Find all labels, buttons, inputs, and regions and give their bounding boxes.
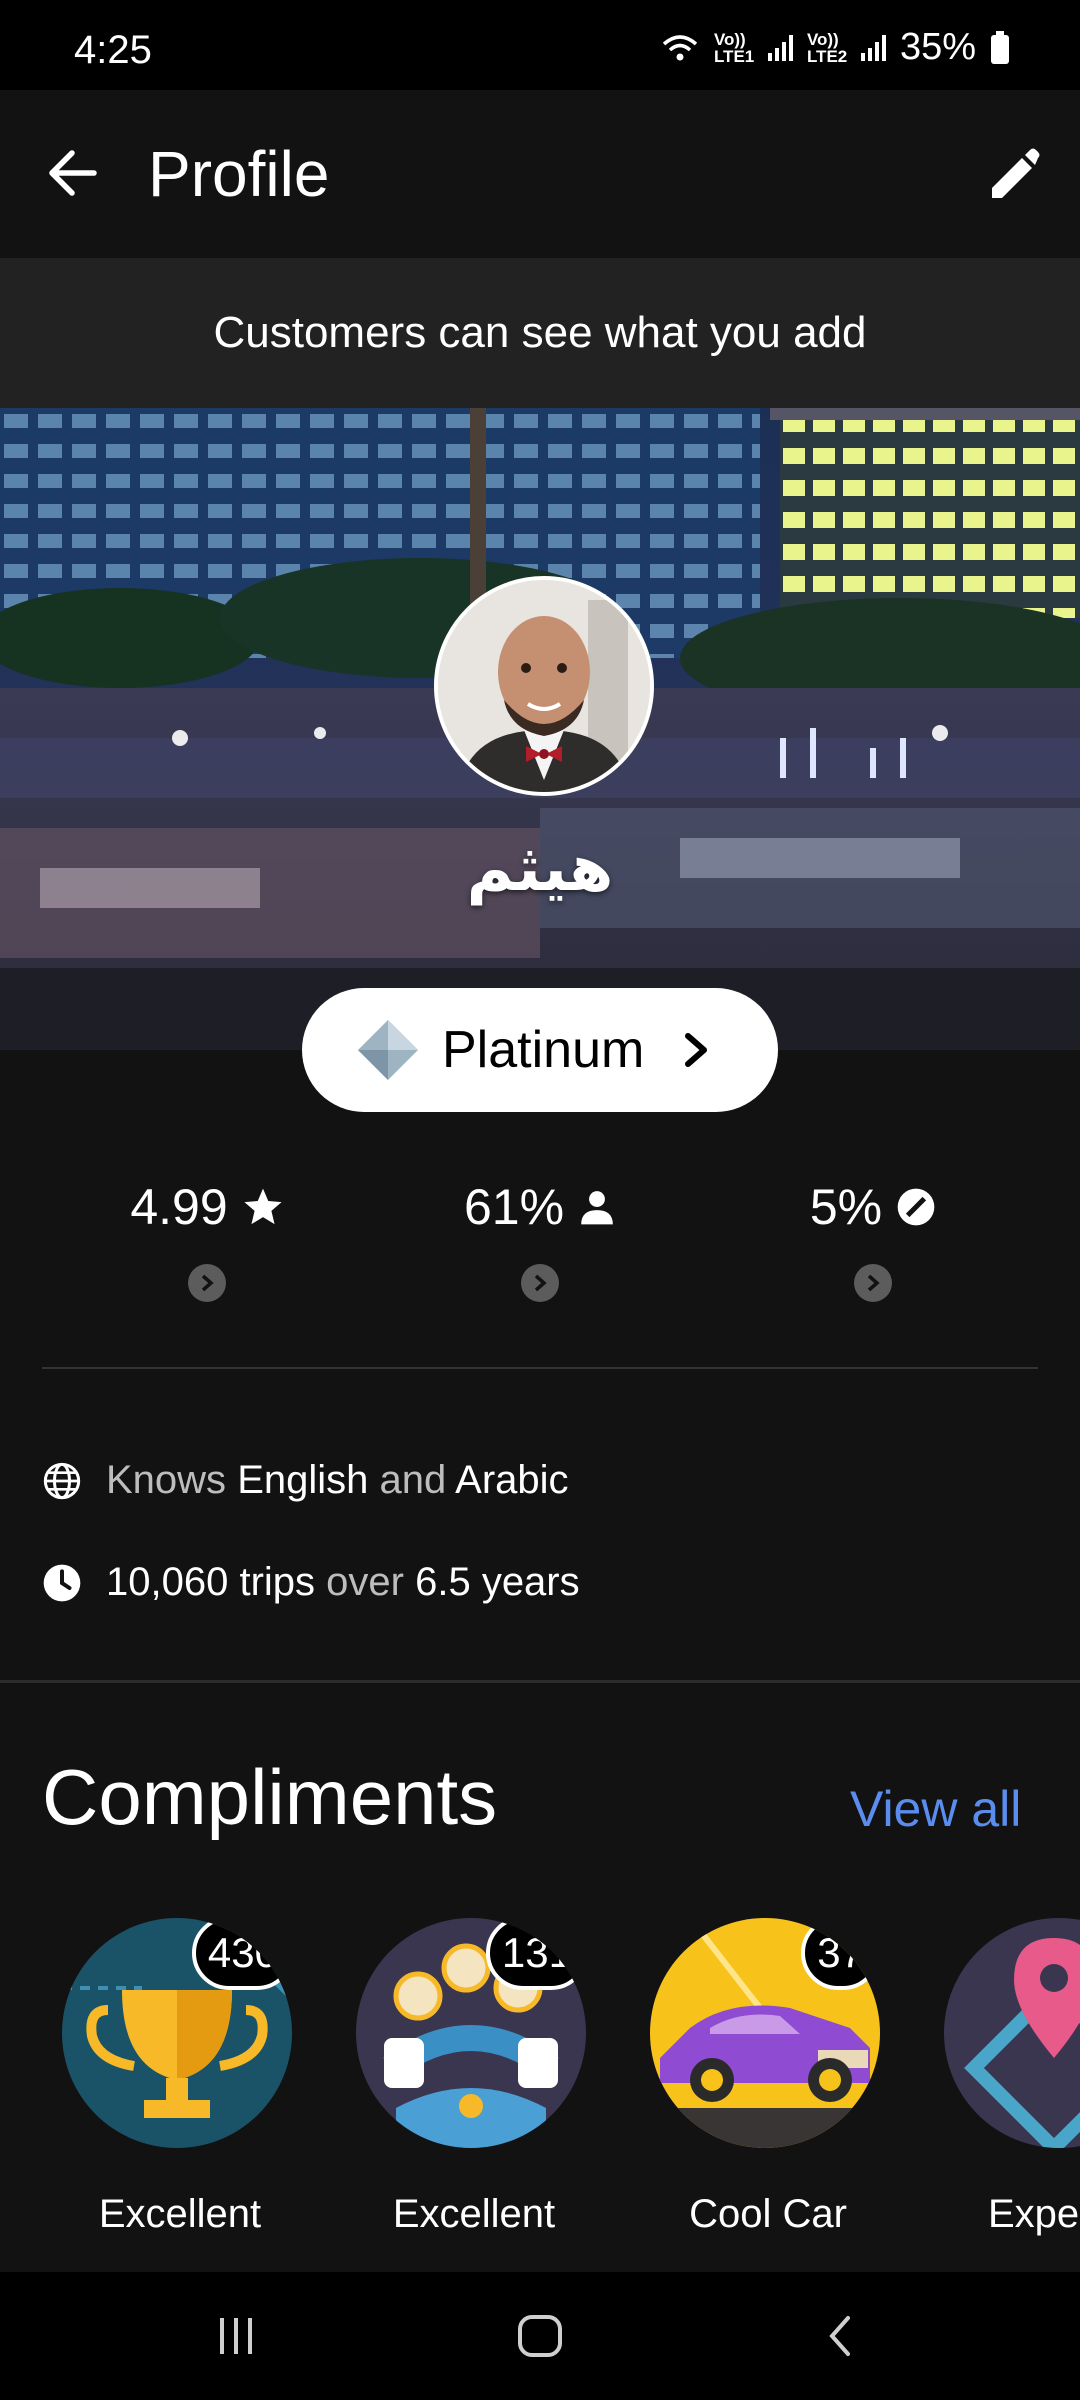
visibility-notice: Customers can see what you add — [0, 258, 1080, 408]
compliment-card[interactable]: 430 Excellent — [62, 1918, 298, 2237]
chevron-right-icon — [201, 1274, 214, 1292]
status-time: 4:25 — [74, 28, 152, 72]
battery-icon — [991, 30, 1009, 64]
acceptance-detail-arrow[interactable] — [521, 1264, 559, 1302]
clock-icon — [43, 1564, 81, 1601]
cancel-icon — [897, 1188, 935, 1226]
trips-row: 10,060 trips over 6.5 years — [42, 1560, 580, 1605]
tier-label: Platinum — [442, 1021, 645, 1079]
rating-value: 4.99 — [130, 1179, 228, 1235]
language-english: English — [237, 1458, 369, 1502]
compliment-card[interactable]: 37 Cool Car — [650, 1918, 886, 2237]
status-icons: Vo)) LTE1 Vo)) LTE2 35% — [660, 26, 1010, 69]
sim1-label: Vo)) LTE1 — [713, 29, 755, 66]
compliment-driving-image: 131 — [356, 1918, 586, 2148]
driver-avatar — [434, 576, 654, 796]
back-arrow-icon[interactable] — [42, 138, 102, 208]
compliment-label: Excellent — [98, 2192, 262, 2236]
tier-button[interactable]: Platinum — [302, 988, 778, 1112]
cancellation-stat[interactable]: 5% — [708, 1178, 1038, 1302]
trip-count: 10,060 trips — [106, 1560, 316, 1604]
acceptance-stat[interactable]: 61% — [375, 1178, 705, 1302]
languages-joiner: and — [379, 1458, 447, 1502]
chevron-right-icon — [534, 1274, 547, 1292]
languages-prefix: Knows — [106, 1458, 227, 1502]
person-icon — [581, 1191, 613, 1225]
back-nav-icon[interactable] — [824, 2314, 856, 2358]
notice-text: Customers can see what you add — [213, 308, 867, 357]
compliment-car-image: 37 — [650, 1918, 880, 2148]
compliments-heading: Compliments — [42, 1753, 498, 1841]
map-pin-icon — [944, 1918, 1080, 2148]
compliment-label: Expe — [988, 2192, 1080, 2236]
driver-photo — [438, 580, 650, 792]
compliment-count: 131 — [485, 1918, 586, 1990]
driving-duration: 6.5 years — [415, 1560, 580, 1604]
cancellation-detail-arrow[interactable] — [854, 1264, 892, 1302]
language-arabic: Arabic — [455, 1458, 569, 1502]
compliment-card[interactable]: Expe — [944, 1918, 1080, 2237]
rating-stat[interactable]: 4.99 — [42, 1178, 372, 1302]
home-icon[interactable] — [516, 2314, 564, 2358]
compliment-card[interactable]: 131 Excellent — [356, 1918, 592, 2237]
signal-icon — [860, 34, 886, 61]
compliment-count: 37 — [801, 1918, 880, 1990]
compliment-trophy-image: 430 — [62, 1918, 292, 2148]
view-all-link[interactable]: View all — [850, 1780, 1021, 1838]
divider — [0, 1680, 1080, 1683]
page-title: Profile — [148, 138, 330, 210]
globe-icon — [43, 1462, 81, 1499]
star-icon — [244, 1188, 282, 1225]
diamond-icon — [358, 1020, 418, 1080]
divider — [42, 1367, 1038, 1369]
compliment-label: Cool Car — [689, 2192, 847, 2236]
acceptance-value: 61% — [463, 1179, 565, 1235]
cancellation-value: 5% — [809, 1179, 883, 1235]
edit-pencil-icon[interactable] — [984, 142, 1040, 206]
wifi-icon — [662, 34, 698, 60]
languages-row: Knows English and Arabic — [42, 1458, 569, 1503]
signal-icon — [767, 34, 793, 61]
system-nav-bar — [0, 2272, 1080, 2400]
chevron-right-icon — [685, 1033, 708, 1067]
compliment-label: Excellent — [392, 2192, 556, 2236]
battery-percent: 35% — [899, 26, 976, 68]
rating-detail-arrow[interactable] — [188, 1264, 226, 1302]
trips-joiner: over — [326, 1560, 404, 1604]
compliment-count: 430 — [191, 1918, 292, 1990]
recent-apps-icon[interactable] — [214, 2314, 258, 2358]
compliment-navigation-image — [944, 1918, 1080, 2148]
driver-name: هيثم — [466, 832, 614, 906]
chevron-right-icon — [867, 1274, 880, 1292]
sim2-label: Vo)) LTE2 — [806, 29, 848, 66]
